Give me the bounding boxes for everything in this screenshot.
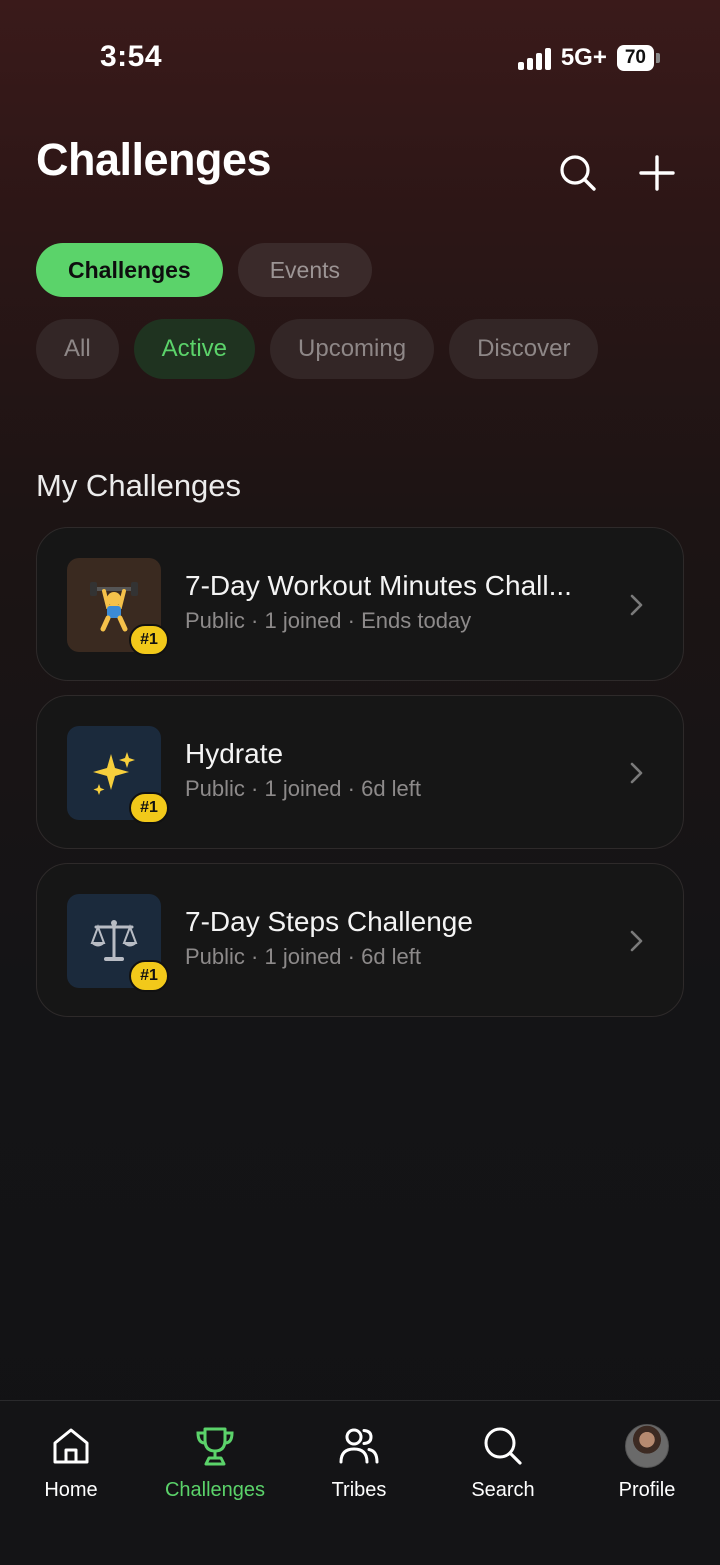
challenge-card[interactable]: #1 Hydrate Public · 1 joined · 6d left	[36, 695, 684, 849]
challenge-title: 7-Day Workout Minutes Chall...	[185, 570, 572, 601]
signal-icon	[517, 46, 551, 70]
sparkles-icon	[93, 752, 135, 795]
nav-search[interactable]: Search	[443, 1423, 563, 1502]
status-time: 3:54	[100, 40, 163, 73]
scales-icon	[90, 920, 138, 961]
nav-profile[interactable]: Profile	[587, 1423, 707, 1502]
challenge-card[interactable]: #1 7-Day Steps Challenge Public · 1 join…	[36, 863, 684, 1017]
chevron-right-icon	[630, 594, 643, 616]
filter-discover[interactable]: Discover	[449, 319, 599, 379]
filter-upcoming[interactable]: Upcoming	[270, 319, 435, 379]
nav-challenges[interactable]: Challenges	[155, 1423, 275, 1502]
filter-all[interactable]: All	[36, 319, 119, 379]
nav-home[interactable]: Home	[11, 1423, 131, 1502]
battery-icon: 70	[616, 45, 660, 71]
search-icon	[484, 1427, 522, 1465]
nav-label: Profile	[618, 1479, 676, 1501]
rank-badge: #1	[129, 624, 169, 656]
nav-label: Challenges	[164, 1479, 266, 1501]
avatar	[625, 1424, 669, 1468]
chevron-right-icon	[630, 930, 643, 952]
tab-events[interactable]: Events	[237, 243, 373, 297]
search-button[interactable]	[555, 150, 601, 196]
page-title: Challenges	[36, 134, 272, 185]
network-type: 5G+	[560, 44, 607, 71]
people-icon	[339, 1428, 379, 1464]
challenge-meta: Public · 1 joined · 6d left	[185, 776, 422, 801]
rank-badge: #1	[129, 792, 169, 824]
segment-tabs: Challenges Events	[36, 243, 373, 297]
battery-level: 70	[616, 45, 654, 71]
nav-label: Search	[471, 1479, 535, 1501]
challenge-title: 7-Day Steps Challenge	[185, 906, 473, 937]
challenge-meta: Public · 1 joined · Ends today	[185, 608, 472, 633]
challenge-card[interactable]: #1 7-Day Workout Minutes Chall... Public…	[36, 527, 684, 681]
chevron-right-icon	[630, 762, 643, 784]
nav-label: Tribes	[331, 1479, 387, 1501]
weightlifter-icon	[90, 582, 138, 632]
rank-badge: #1	[129, 960, 169, 992]
trophy-icon	[196, 1427, 234, 1466]
challenge-meta: Public · 1 joined · 6d left	[185, 944, 422, 969]
nav-tribes[interactable]: Tribes	[299, 1423, 419, 1502]
bottom-nav: Home Challenges Tribes Search Profile	[0, 1400, 720, 1565]
tab-challenges[interactable]: Challenges	[36, 243, 223, 297]
status-indicators: 5G+ 70	[517, 44, 660, 72]
nav-label: Home	[44, 1479, 98, 1501]
challenge-title: Hydrate	[185, 738, 284, 769]
status-bar: 3:54 5G+ 70	[0, 0, 720, 110]
home-icon	[53, 1428, 89, 1464]
filter-active[interactable]: Active	[133, 319, 256, 379]
plus-icon	[639, 155, 675, 191]
filter-chips: All Active Upcoming Discover	[36, 319, 599, 379]
search-icon	[560, 155, 596, 191]
section-title: My Challenges	[36, 468, 242, 503]
add-challenge-button[interactable]	[634, 150, 680, 196]
